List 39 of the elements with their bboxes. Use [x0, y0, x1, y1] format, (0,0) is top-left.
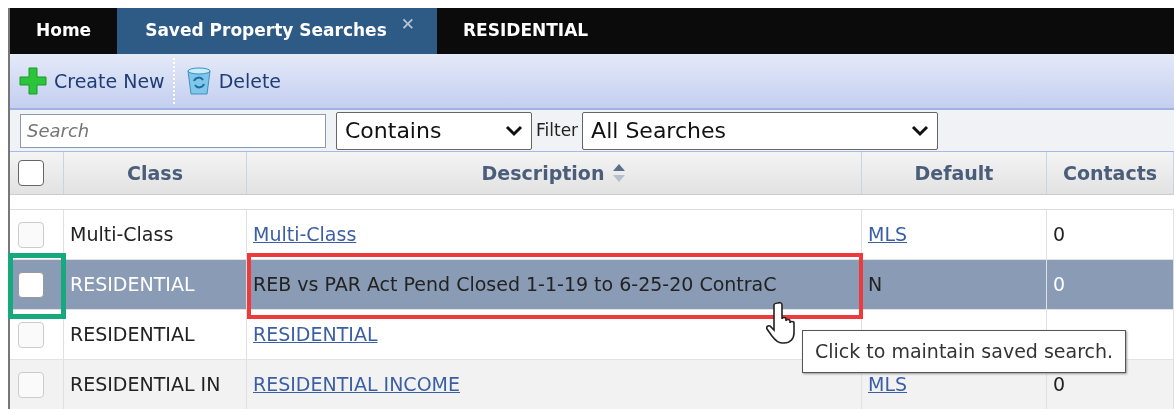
description-link[interactable]: Multi-Class — [253, 220, 357, 249]
tab[interactable]: RESIDENTIAL — [437, 8, 615, 54]
filter-dropdown[interactable]: All Searches — [582, 111, 939, 150]
tab-label[interactable]: Saved Property Searches — [145, 18, 387, 44]
column-header[interactable]: Description — [247, 152, 862, 194]
trash-bin-icon — [184, 66, 213, 96]
table-cell-text: Multi-Class — [70, 222, 174, 248]
search-field[interactable]: Search — [20, 113, 326, 148]
chevron-down-icon — [911, 124, 930, 137]
filter-label: Filter — [536, 118, 579, 142]
table-cell-text: 0 — [1053, 222, 1066, 248]
table-cell-text: RESIDENTIAL — [70, 272, 195, 298]
table-cell-text: 0 — [1053, 272, 1066, 298]
chevron-down-icon — [505, 124, 523, 137]
default-link[interactable]: MLS — [868, 220, 908, 249]
table-cell-text: REB vs PAR Act Pend Closed 1-1-19 to 6-25-20 ContraC — [253, 272, 777, 298]
column-header[interactable]: Contacts — [1047, 152, 1174, 194]
column-header[interactable]: Class — [64, 152, 247, 194]
row-checkbox[interactable] — [18, 271, 44, 298]
table-cell-text: RESIDENTIAL — [70, 322, 195, 348]
sort-icon[interactable] — [612, 162, 627, 184]
row-checkbox[interactable] — [18, 371, 44, 398]
table-cell-text: N — [868, 272, 883, 298]
create-new-button[interactable]: Create New — [18, 66, 173, 96]
description-link[interactable]: RESIDENTIAL INCOME — [253, 370, 460, 399]
column-header[interactable]: Default — [862, 152, 1047, 194]
table-cell-text: 0 — [1053, 372, 1066, 398]
table-cell-text: RESIDENTIAL IN — [70, 372, 221, 398]
description-link[interactable]: RESIDENTIAL — [253, 320, 378, 349]
default-link[interactable]: MLS — [868, 370, 908, 399]
plus-icon — [18, 66, 48, 96]
close-icon[interactable]: ✕ — [400, 12, 415, 38]
tab[interactable]: Home — [10, 8, 118, 54]
delete-button[interactable]: Delete — [184, 66, 290, 96]
select-all-checkbox[interactable] — [18, 160, 44, 186]
row-checkbox[interactable] — [18, 321, 44, 348]
row-checkbox[interactable] — [18, 221, 44, 248]
tooltip: Click to maintain saved search. — [802, 330, 1127, 373]
match-type-dropdown[interactable]: Contains — [336, 111, 532, 150]
